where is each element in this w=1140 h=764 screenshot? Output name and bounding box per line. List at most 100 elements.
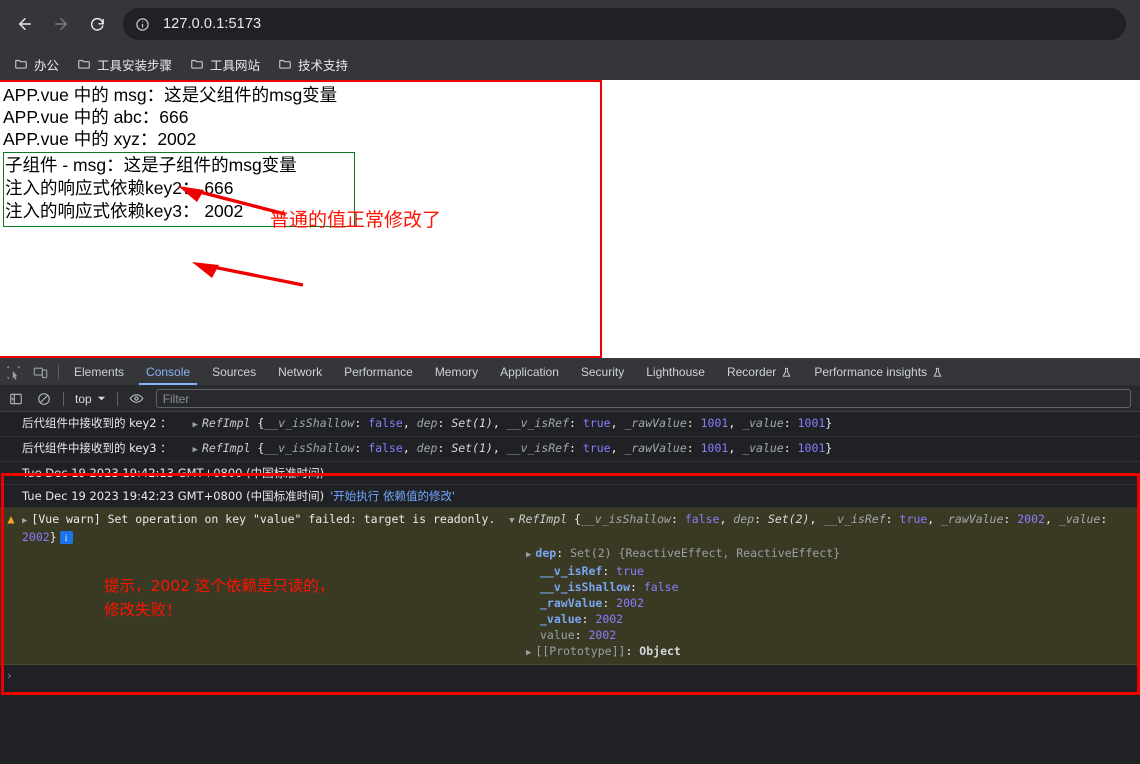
tab-lighthouse[interactable]: Lighthouse	[635, 359, 716, 385]
tab-label: Memory	[434, 365, 479, 379]
tab-label: Performance	[344, 365, 413, 379]
collapse-arrow-icon[interactable]: ▼	[509, 513, 514, 529]
live-expression-eye-icon[interactable]	[124, 388, 150, 410]
execution-context-select[interactable]: top	[70, 392, 111, 406]
site-info-icon[interactable]	[129, 11, 155, 37]
console-row[interactable]: Tue Dec 19 2023 19:42:23 GMT+0800 (中国标准时…	[0, 485, 1140, 508]
app-msg-line: APP.vue 中的 msg：这是父组件的msg变量	[3, 85, 338, 105]
annotation-line-2: 修改失败！	[104, 601, 182, 619]
object-preview: {__v_isShallow: false, dep: Set(1), __v_…	[257, 416, 833, 430]
clear-console-icon[interactable]	[31, 388, 57, 410]
tab-performance[interactable]: Performance	[333, 359, 424, 385]
object-property[interactable]: __v_isShallow: false	[526, 579, 1136, 595]
devtools-panel: Elements Console Sources Network Perform…	[0, 358, 1140, 764]
console-sidebar-icon[interactable]	[3, 388, 29, 410]
log-label: 后代组件中接收到的 key3 ：	[22, 441, 172, 455]
annotation-readonly-note: 提示，2002 这个依赖是只读的， 修改失败！	[104, 574, 334, 622]
page-viewport: APP.vue 中的 msg：这是父组件的msg变量 APP.vue 中的 ab…	[0, 80, 1140, 358]
tab-performance-insights[interactable]: Performance insights	[803, 359, 954, 385]
timestamp-extra: '开始执行 依赖值的修改'	[330, 489, 456, 503]
folder-icon	[14, 57, 28, 71]
bookmarks-bar: 办公 工具安装步骤 工具网站 技术支持	[0, 48, 1140, 80]
expand-arrow-icon[interactable]: ▶	[526, 547, 531, 563]
info-badge[interactable]: i	[59, 531, 73, 544]
annotation-line-1: 提示，2002 这个依赖是只读的，	[104, 577, 335, 595]
expand-arrow-icon[interactable]: ▶	[193, 442, 198, 458]
object-preview: {__v_isShallow: false, dep: Set(1), __v_…	[257, 441, 833, 455]
tab-label: Network	[278, 365, 323, 379]
tab-label: Performance insights	[814, 365, 928, 379]
console-row[interactable]: 后代组件中接收到的 key3 ： ▶ RefImpl {__v_isShallow…	[0, 437, 1140, 462]
toolbar-divider	[116, 391, 118, 406]
browser-chrome: 127.0.0.1:5173 办公 工具安装步骤 工具网站 技术支持	[0, 0, 1140, 80]
tab-application[interactable]: Application	[489, 359, 570, 385]
bookmark-label: 工具网站	[210, 58, 261, 73]
tab-security[interactable]: Security	[570, 359, 635, 385]
forward-button[interactable]	[44, 7, 78, 41]
folder-icon	[77, 57, 91, 71]
tab-memory[interactable]: Memory	[424, 359, 489, 385]
bookmark-label: 工具安装步骤	[97, 58, 173, 73]
child-key2-line: 注入的响应式依赖key2： 666	[5, 178, 234, 198]
tab-sources[interactable]: Sources	[201, 359, 267, 385]
bookmark-item[interactable]: 技术支持	[274, 52, 356, 77]
expand-arrow-icon[interactable]: ▶	[22, 513, 27, 529]
console-warning-row[interactable]: ▲ ▶ [Vue warn] Set operation on key "valu…	[0, 508, 1140, 665]
tab-label: Application	[500, 365, 559, 379]
app-abc-line: APP.vue 中的 abc：666	[3, 107, 189, 127]
experiment-flask-icon	[781, 367, 792, 378]
child-msg-line: 子组件 - msg：这是子组件的msg变量	[5, 155, 297, 175]
execution-context-value: top	[75, 391, 92, 406]
console-row[interactable]: 后代组件中接收到的 key2 ： ▶ RefImpl {__v_isShallow…	[0, 412, 1140, 437]
tab-recorder[interactable]: Recorder	[716, 359, 803, 385]
prompt-chevron-icon: ›	[6, 669, 13, 682]
object-class: RefImpl	[201, 416, 251, 430]
device-toolbar-icon[interactable]	[27, 359, 54, 385]
object-property[interactable]: value: 2002	[526, 627, 1136, 643]
app-xyz-line: APP.vue 中的 xyz：2002	[3, 129, 197, 149]
folder-icon	[190, 57, 204, 71]
experiment-flask-icon	[932, 367, 943, 378]
tab-elements[interactable]: Elements	[63, 359, 135, 385]
tab-network[interactable]: Network	[267, 359, 333, 385]
reload-button[interactable]	[80, 7, 114, 41]
console-messages: 后代组件中接收到的 key2 ： ▶ RefImpl {__v_isShallow…	[0, 412, 1140, 764]
bookmark-item[interactable]: 工具网站	[186, 52, 268, 77]
bookmark-label: 技术支持	[298, 58, 349, 73]
bookmark-item[interactable]: 办公	[10, 52, 67, 77]
expand-arrow-icon[interactable]: ▶	[526, 645, 531, 661]
warning-message: [Vue warn] Set operation on key "value" …	[31, 512, 496, 526]
toolbar-divider	[58, 365, 59, 379]
tab-label: Elements	[74, 365, 125, 379]
warning-body: ▶ [Vue warn] Set operation on key "value"…	[22, 511, 1136, 661]
annotation-normal-value: 普通的值正常修改了	[270, 210, 442, 231]
timestamp-text: Tue Dec 19 2023 19:42:13 GMT+0800 (中国标准时…	[22, 466, 325, 480]
toolbar-divider	[63, 391, 64, 406]
object-property[interactable]: __v_isRef: true	[526, 563, 1136, 579]
console-prompt[interactable]: ›	[0, 665, 1140, 686]
back-button[interactable]	[8, 7, 42, 41]
console-row[interactable]: Tue Dec 19 2023 19:42:13 GMT+0800 (中国标准时…	[0, 462, 1140, 485]
object-class: RefImpl	[518, 512, 568, 526]
expand-arrow-icon[interactable]: ▶	[193, 417, 198, 433]
chevron-down-icon	[97, 392, 106, 406]
log-label: 后代组件中接收到的 key2 ：	[22, 416, 172, 430]
tab-label: Recorder	[726, 365, 777, 379]
object-property[interactable]: _rawValue: 2002	[526, 595, 1136, 611]
tab-console[interactable]: Console	[135, 359, 201, 385]
bookmark-item[interactable]: 工具安装步骤	[73, 52, 180, 77]
address-bar[interactable]: 127.0.0.1:5173	[123, 8, 1126, 40]
devtools-tabbar: Elements Console Sources Network Perform…	[0, 359, 1140, 386]
tab-label: Console	[146, 365, 191, 379]
object-property[interactable]: _value: 2002	[526, 611, 1136, 627]
tab-label: Lighthouse	[646, 365, 705, 379]
console-filter-input[interactable]	[155, 389, 1131, 408]
bookmark-label: 办公	[34, 58, 60, 73]
object-class: RefImpl	[201, 441, 251, 455]
warning-triangle-icon: ▲	[7, 512, 15, 526]
inspect-element-icon[interactable]	[0, 359, 27, 385]
object-property[interactable]: ▶ [[Prototype]]: Object	[526, 643, 1136, 661]
console-toolbar: top	[0, 386, 1140, 412]
folder-icon	[278, 57, 292, 71]
object-property[interactable]: ▶ dep: Set(2) {ReactiveEffect, ReactiveEf…	[526, 545, 1136, 563]
